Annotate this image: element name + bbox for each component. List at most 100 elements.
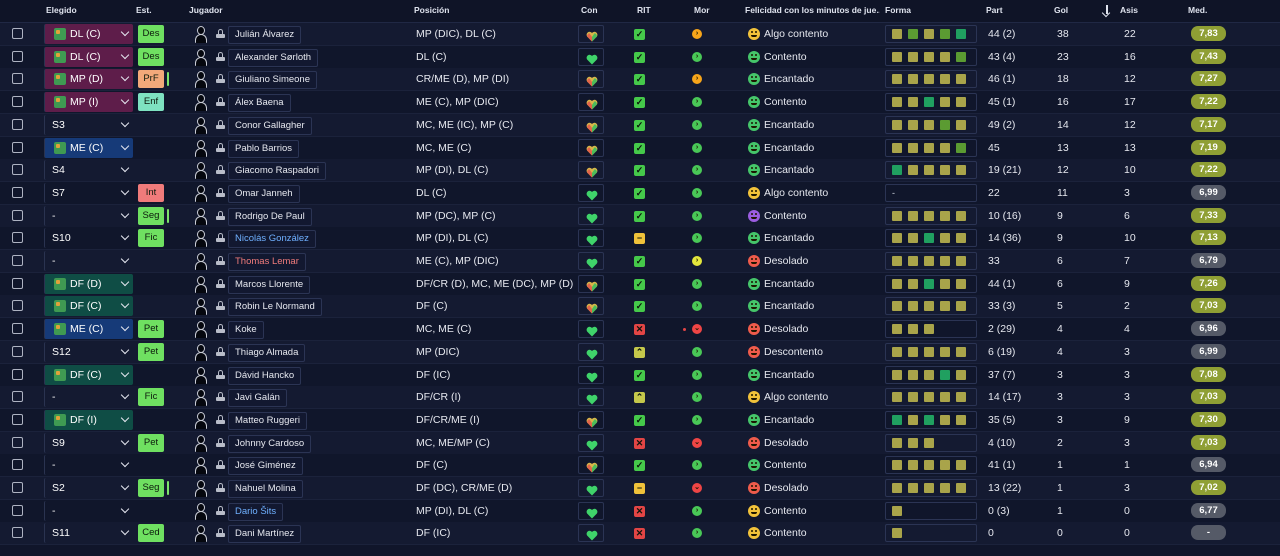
status-badge[interactable]: Des (138, 47, 164, 66)
player-name-link[interactable]: Dani Martínez (228, 525, 302, 544)
table-row[interactable]: - Dario Šits MP (DI), DL (C) ✕ › Contento 0 (3… (0, 499, 1280, 523)
status-badge[interactable]: Pet (138, 433, 164, 452)
row-checkbox[interactable] (12, 73, 23, 85)
row-checkbox[interactable] (12, 141, 23, 153)
table-row[interactable]: - Seg Rodrigo De Paul MP (DC), MP (C) ✓ › Cont… (0, 204, 1280, 228)
selection-dropdown[interactable]: DL (C) (44, 24, 133, 44)
row-checkbox[interactable] (12, 368, 23, 380)
player-name-link[interactable]: Thiago Almada (228, 343, 306, 362)
player-name-link[interactable]: Pablo Barrios (228, 139, 300, 158)
row-checkbox[interactable] (12, 527, 23, 539)
selection-dropdown[interactable]: ME (C) (44, 319, 133, 340)
table-row[interactable]: S2 Seg Nahuel Molina DF (DC), CR/ME (D) − ⌄ De… (0, 477, 1280, 500)
table-row[interactable]: DF (D) Marcos Llorente DF/CR (D), MC, ME (… (0, 272, 1280, 296)
header-asis[interactable]: Asis (1120, 0, 1138, 22)
player-name-link[interactable]: Thomas Lemar (228, 253, 306, 271)
table-row[interactable]: ME (C) Pablo Barrios MC, ME (C) ✓ › Encantado… (0, 136, 1280, 160)
header-posicion[interactable]: Posición (414, 0, 449, 22)
header-mor[interactable]: Mor (694, 0, 710, 22)
table-row[interactable]: - Fic Javi Galán DF/CR (I) ⌃ › Algo contento 14… (0, 386, 1280, 410)
player-name-link[interactable]: Giacomo Raspadori (228, 162, 326, 181)
row-checkbox[interactable] (12, 232, 23, 244)
header-elegido[interactable]: Elegido (46, 0, 77, 22)
player-name-link[interactable]: Nicolás González (228, 230, 316, 249)
player-name-link[interactable]: Rodrigo De Paul (228, 207, 312, 226)
player-name-link[interactable]: Marcos Llorente (228, 275, 311, 294)
row-checkbox[interactable] (12, 118, 23, 130)
status-badge[interactable]: Des (138, 25, 164, 43)
header-con[interactable]: Con (581, 0, 598, 22)
status-badge[interactable]: Seg (138, 479, 169, 497)
sort-descending-icon[interactable] (1103, 5, 1111, 17)
player-name-link[interactable]: Johnny Cardoso (228, 434, 312, 453)
table-row[interactable]: - Thomas Lemar ME (C), MP (DIC) ✓ › Desolado 3… (0, 250, 1280, 273)
selection-dropdown[interactable]: S9 (44, 432, 133, 453)
row-checkbox[interactable] (12, 391, 23, 403)
selection-dropdown[interactable]: S10 (44, 228, 133, 249)
row-checkbox[interactable] (12, 96, 23, 108)
selection-dropdown[interactable]: S12 (44, 341, 133, 362)
player-name-link[interactable]: Álex Baena (228, 94, 291, 113)
row-checkbox[interactable] (12, 277, 23, 289)
selection-dropdown[interactable]: - (44, 455, 133, 476)
row-checkbox[interactable] (12, 255, 23, 266)
table-row[interactable]: - José Giménez DF (C) ✓ › Contento 41 (1) 1 1 6,9… (0, 454, 1280, 478)
selection-dropdown[interactable]: DF (C) (44, 364, 133, 385)
status-badge[interactable]: Seg (138, 206, 169, 225)
player-name-link[interactable]: Julián Álvarez (228, 26, 302, 44)
table-row[interactable]: DF (I) Matteo Ruggeri DF/CR/ME (I) ✓ › Encant… (0, 408, 1280, 432)
player-name-link[interactable]: Robin Le Normand (228, 298, 322, 317)
selection-dropdown[interactable]: MP (I) (44, 92, 133, 113)
selection-dropdown[interactable]: - (44, 500, 133, 521)
selection-dropdown[interactable]: DF (D) (44, 273, 133, 294)
player-name-link[interactable]: Giuliano Simeone (228, 71, 317, 90)
status-badge[interactable]: Enf (138, 93, 164, 112)
row-checkbox[interactable] (12, 345, 23, 357)
selection-dropdown[interactable]: DF (C) (44, 296, 133, 317)
row-checkbox[interactable] (12, 323, 23, 335)
selection-dropdown[interactable]: S7 (44, 182, 133, 203)
selection-dropdown[interactable]: - (44, 205, 133, 226)
table-row[interactable]: S12 Pet Thiago Almada MP (DIC) ⌃ › Descontento… (0, 340, 1280, 364)
player-name-link[interactable]: Alexander Sørloth (228, 48, 319, 67)
row-checkbox[interactable] (12, 164, 23, 176)
table-row[interactable]: MP (I) Enf Álex Baena ME (C), MP (DIC) ✓ › Con… (0, 91, 1280, 115)
selection-dropdown[interactable]: S11 (44, 523, 133, 544)
player-name-link[interactable]: Dávid Hancko (228, 366, 302, 385)
row-checkbox[interactable] (12, 28, 23, 39)
player-name-link[interactable]: Koke (228, 321, 264, 340)
header-jugador[interactable]: Jugador (189, 0, 223, 22)
table-row[interactable]: DL (C) Des Alexander Sørloth DL (C) ✓ › Conten… (0, 45, 1280, 69)
selection-dropdown[interactable]: MP (D) (44, 69, 133, 90)
table-row[interactable]: S4 Giacomo Raspadori MP (DI), DL (C) ✓ › Enca… (0, 159, 1280, 183)
row-checkbox[interactable] (12, 186, 23, 198)
row-checkbox[interactable] (12, 459, 23, 471)
header-part[interactable]: Part (986, 0, 1003, 22)
row-checkbox[interactable] (12, 482, 23, 493)
header-est[interactable]: Est. (136, 0, 152, 22)
status-badge[interactable]: Fic (138, 229, 164, 248)
player-name-link[interactable]: José Giménez (228, 457, 303, 476)
row-checkbox[interactable] (12, 50, 23, 62)
status-badge[interactable]: Fic (138, 388, 164, 407)
row-checkbox[interactable] (12, 209, 23, 221)
selection-dropdown[interactable]: S2 (44, 478, 133, 498)
table-row[interactable]: DF (C) Robin Le Normand DF (C) ✓ › Encantado 3… (0, 295, 1280, 319)
selection-dropdown[interactable]: DL (C) (44, 46, 133, 67)
header-felicidad[interactable]: Felicidad con los minutos de jue… (745, 0, 880, 22)
table-row[interactable]: MP (D) PrF Giuliano Simeone CR/ME (D), MP (… (0, 68, 1280, 92)
table-row[interactable]: S3 Conor Gallagher MC, ME (IC), MP (C) ✓ › En… (0, 113, 1280, 137)
player-name-link[interactable]: Dario Šits (228, 502, 284, 521)
player-name-link[interactable]: Conor Gallagher (228, 116, 312, 135)
header-gol[interactable]: Gol (1054, 0, 1068, 22)
selection-dropdown[interactable]: - (44, 387, 133, 408)
header-forma[interactable]: Forma (885, 0, 911, 22)
player-name-link[interactable]: Nahuel Molina (228, 480, 303, 498)
header-rit[interactable]: RIT (637, 0, 651, 22)
header-med[interactable]: Med. (1188, 0, 1207, 22)
row-checkbox[interactable] (12, 413, 23, 425)
table-row[interactable]: DF (C) Dávid Hancko DF (IC) ✓ › Encantado 37 (… (0, 363, 1280, 387)
row-checkbox[interactable] (12, 504, 23, 516)
table-row[interactable]: S11 Ced Dani Martínez DF (IC) ✕ › Contento 0 0 0 - (0, 522, 1280, 546)
table-row[interactable]: S10 Fic Nicolás González MP (DI), DL (C) − › E… (0, 227, 1280, 251)
